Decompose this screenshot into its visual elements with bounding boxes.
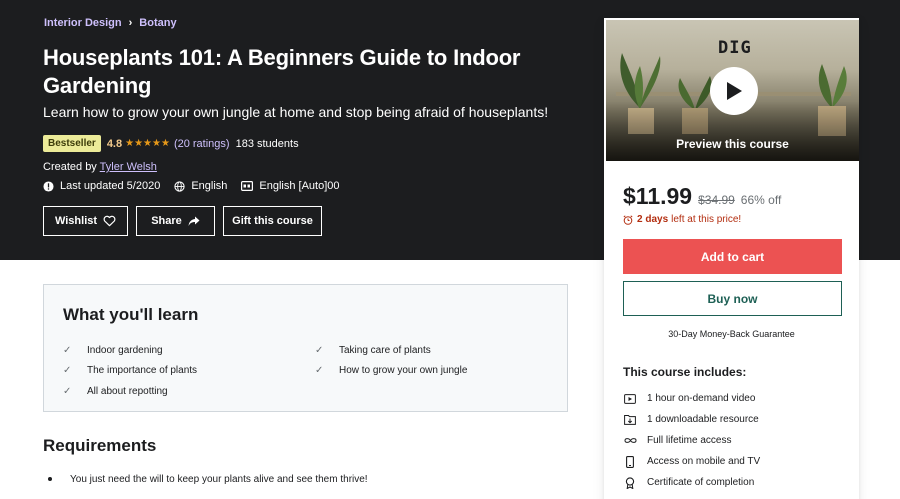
price-row: $11.99 $34.99 66% off (623, 183, 781, 210)
learn-item: Taking care of plants (339, 344, 431, 356)
alert-badge-icon (43, 180, 54, 192)
learn-list-left: ✓ Indoor gardening ✓ The importance of pla… (63, 340, 197, 402)
share-button[interactable]: Share (136, 206, 215, 236)
rating-value: 4.8 (106, 137, 123, 150)
include-text: Full lifetime access (647, 435, 732, 446)
bestseller-badge: Bestseller (43, 135, 101, 152)
list-item: ✓ Taking care of plants (315, 340, 467, 361)
download-file-icon (623, 413, 637, 427)
share-label: Share (151, 215, 182, 227)
brand-logo: DIG (718, 38, 752, 58)
learn-item: All about repotting (87, 385, 168, 397)
include-text: 1 downloadable resource (647, 414, 759, 425)
wishlist-button[interactable]: Wishlist (43, 206, 128, 236)
learn-list-right: ✓ Taking care of plants ✓ How to grow your… (315, 340, 467, 381)
course-subtitle: Learn how to grow your own jungle at hom… (43, 104, 549, 120)
language: English (174, 180, 227, 192)
gift-label: Gift this course (232, 215, 313, 227)
alarm-clock-icon (623, 214, 633, 225)
star-rating-icon: ★★★★★ (125, 138, 170, 149)
list-item: Access on mobile and TV (623, 451, 760, 472)
learn-item: The importance of plants (87, 365, 198, 377)
created-by-label: Created by (43, 161, 97, 173)
discount-percent: 66% off (740, 193, 782, 207)
course-meta: Last updated 5/2020 English English [Aut… (43, 180, 354, 192)
wishlist-label: Wishlist (54, 215, 98, 227)
requirements-title: Requirements (43, 436, 157, 455)
requirements-list: You just need the will to keep your plan… (43, 470, 368, 488)
preview-label: Preview this course (676, 137, 789, 151)
created-by: Created by Tyler Welsh (43, 161, 157, 173)
list-item: 1 hour on-demand video (623, 388, 760, 409)
author-link[interactable]: Tyler Welsh (100, 161, 157, 173)
share-arrow-icon (188, 216, 200, 226)
mobile-icon (623, 455, 637, 469)
checkmark-icon: ✓ (315, 344, 324, 356)
original-price: $34.99 (698, 193, 735, 207)
list-item: You just need the will to keep your plan… (43, 470, 368, 488)
list-item: ✓ The importance of plants (63, 361, 197, 382)
bullet-icon (48, 477, 52, 481)
globe-icon (174, 180, 185, 192)
add-to-cart-button[interactable]: Add to cart (623, 239, 842, 274)
current-price: $11.99 (623, 183, 693, 209)
captions-text: English [Auto]00 (259, 180, 340, 192)
list-item: ✓ All about repotting (63, 381, 197, 402)
play-icon (727, 82, 742, 100)
breadcrumb-item-interior-design[interactable]: Interior Design (44, 17, 122, 29)
checkmark-icon: ✓ (63, 385, 72, 397)
last-updated: Last updated 5/2020 (43, 180, 160, 192)
purchase-card: DIG Preview this course $11.99 $34.99 66… (604, 18, 859, 499)
list-item: Certificate of completion (623, 472, 760, 493)
money-back-guarantee: 30-Day Money-Back Guarantee (668, 329, 795, 339)
sale-timer: 2 days left at this price! (623, 214, 741, 225)
students-count: 183 students (235, 137, 299, 150)
what-youll-learn-box: What you'll learn ✓ Indoor gardening ✓ The… (43, 284, 568, 412)
language-text: English (191, 180, 228, 192)
course-preview-video[interactable]: DIG Preview this course (606, 20, 859, 161)
video-icon (623, 392, 637, 406)
include-text: Access on mobile and TV (647, 456, 761, 467)
list-item: 1 downloadable resource (623, 409, 760, 430)
list-item: ✓ How to grow your own jungle (315, 361, 467, 382)
breadcrumb-item-botany[interactable]: Botany (139, 17, 176, 29)
checkmark-icon: ✓ (63, 344, 72, 356)
captions: English [Auto]00 (241, 180, 340, 192)
gift-course-button[interactable]: Gift this course (223, 206, 322, 236)
certificate-icon (623, 476, 637, 490)
include-text: 1 hour on-demand video (647, 393, 756, 404)
play-button[interactable] (710, 67, 758, 115)
include-text: Certificate of completion (647, 477, 755, 488)
includes-title: This course includes: (623, 365, 747, 379)
buy-now-button[interactable]: Buy now (623, 281, 842, 316)
timer-days: 2 days (637, 214, 669, 225)
ratings-count-link[interactable]: (20 ratings) (174, 138, 230, 150)
list-item: Full lifetime access (623, 430, 760, 451)
timer-text: left at this price! (671, 214, 742, 225)
list-item: ✓ Indoor gardening (63, 340, 197, 361)
learn-item: Indoor gardening (87, 344, 163, 356)
action-buttons: Wishlist Share Gift this course (43, 206, 330, 236)
infinity-icon (623, 434, 637, 448)
heart-icon (103, 215, 116, 227)
last-updated-text: Last updated 5/2020 (60, 180, 161, 192)
requirement-text: You just need the will to keep your plan… (70, 473, 368, 485)
closed-captions-icon (241, 181, 254, 191)
checkmark-icon: ✓ (315, 365, 324, 377)
chevron-right-icon: › (128, 17, 133, 29)
breadcrumb: Interior Design › Botany (44, 17, 177, 29)
includes-list: 1 hour on-demand video 1 downloadable re… (623, 388, 760, 493)
rating-row: Bestseller 4.8 ★★★★★ (20 ratings) 183 st… (43, 135, 299, 152)
learn-item: How to grow your own jungle (339, 365, 468, 377)
learn-title: What you'll learn (63, 305, 199, 324)
course-title: Houseplants 101: A Beginners Guide to In… (43, 45, 521, 98)
checkmark-icon: ✓ (63, 365, 72, 377)
